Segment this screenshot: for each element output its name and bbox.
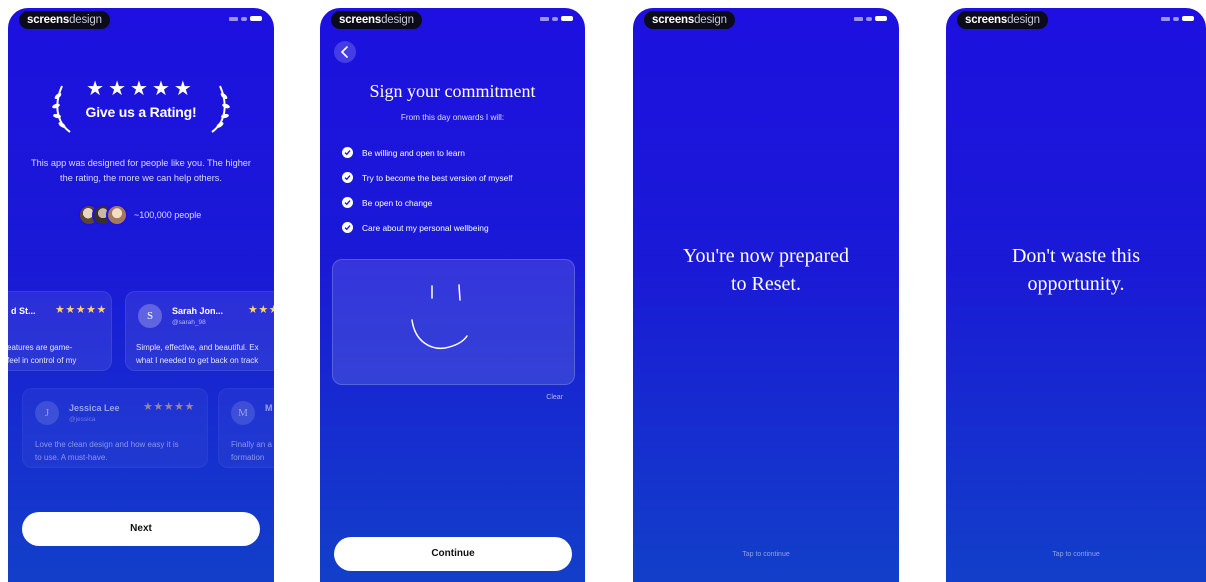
brand-logo: screensdesign [19, 11, 110, 29]
brand-logo: screensdesign [644, 11, 735, 29]
rating-description: This app was designed for people like yo… [31, 158, 251, 183]
commitment-screen: screensdesign Sign your commitment From … [320, 8, 585, 582]
page-subtitle: From this day onwards I will: [400, 113, 505, 122]
checkmark-icon [342, 197, 353, 208]
status-bar [1161, 16, 1194, 21]
tap-to-continue[interactable]: Tap to continue [946, 551, 1206, 558]
avatar [106, 204, 128, 226]
rating-stars: ★★★★★ [86, 78, 196, 100]
checkmark-icon [342, 147, 353, 158]
chevron-left-icon [340, 46, 348, 58]
avatar: J [35, 401, 59, 425]
review-card: J Jessica Lee @jessica ★★★★★ Love the cl… [22, 388, 208, 468]
page-title: Sign your commitment [369, 81, 536, 101]
opportunity-screen[interactable]: screensdesign Don't waste this opportuni… [946, 8, 1206, 582]
checkmark-icon [342, 222, 353, 233]
list-item: Care about my personal wellbeing [342, 215, 513, 240]
people-count: ~100,000 people [134, 210, 202, 220]
signature-pad[interactable] [332, 259, 575, 385]
checkmark-icon [342, 172, 353, 183]
signature-drawing [411, 284, 468, 350]
rating-title: Give us a Rating! [85, 104, 197, 120]
review-stars: ★★★ [248, 304, 274, 316]
list-item: Be open to change [342, 190, 513, 215]
continue-button[interactable]: Continue [334, 537, 572, 571]
brand-logo: screensdesign [957, 11, 1048, 29]
avatar: S [138, 304, 162, 328]
next-button[interactable]: Next [22, 512, 260, 546]
avatar: M [231, 401, 255, 425]
status-bar [854, 16, 887, 21]
list-item: Try to become the best version of myself [342, 165, 513, 190]
review-stars: ★★★★★ [55, 304, 107, 316]
back-button[interactable] [334, 41, 356, 63]
review-card: S Sarah Jon... @sarah_98 ★★★ Simple, eff… [125, 291, 274, 371]
review-stars: ★★★★★ [143, 401, 195, 413]
message-text: You're now prepared to Reset. [683, 245, 849, 295]
people-group: ~100,000 people [78, 204, 201, 226]
prepared-screen[interactable]: screensdesign You're now prepared to Res… [633, 8, 899, 582]
brand-logo: screensdesign [331, 11, 422, 29]
message-text: Don't waste this opportunity. [1011, 245, 1141, 295]
clear-button[interactable]: Clear [546, 394, 563, 401]
commitment-list: Be willing and open to learn Try to beco… [342, 140, 513, 240]
tap-to-continue[interactable]: Tap to continue [633, 551, 899, 558]
status-bar [229, 16, 262, 21]
status-bar [540, 16, 573, 21]
list-item: Be willing and open to learn [342, 140, 513, 165]
review-card: d St... ★★★★★ eatures are game- feel in … [8, 291, 112, 371]
rating-screen: screensdesign ★★★★★ Give us a Rating! Th… [8, 8, 274, 582]
review-card: M M Finally an a formation [218, 388, 274, 468]
